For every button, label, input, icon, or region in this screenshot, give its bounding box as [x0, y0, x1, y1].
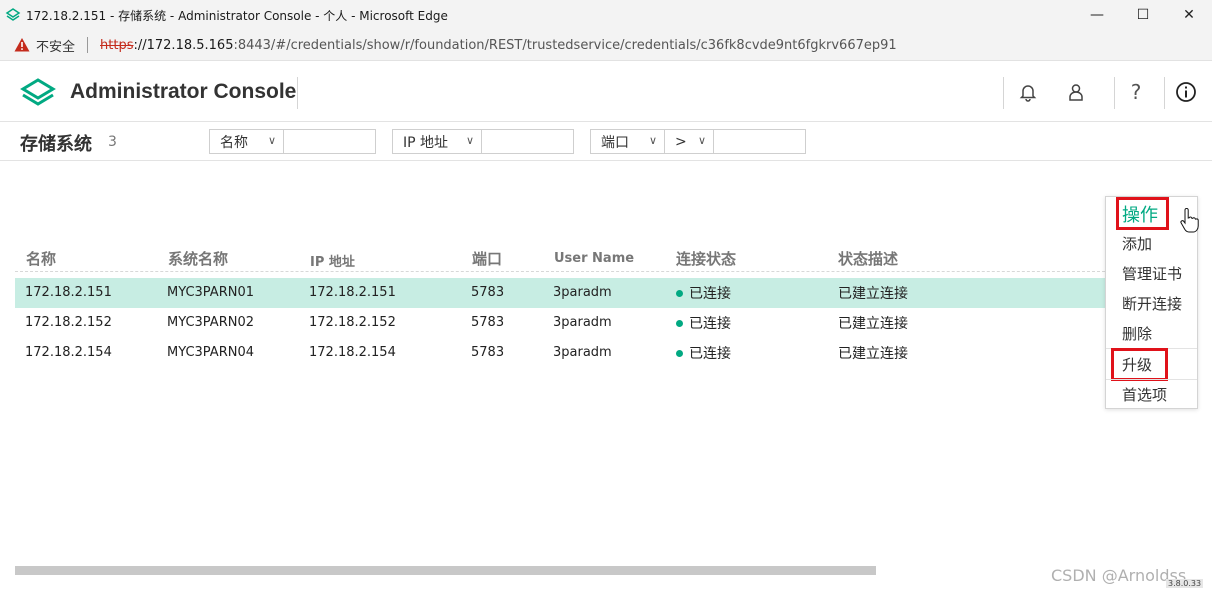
status-ok-icon [676, 319, 683, 327]
url-path: :8443/#/credentials/show/r/foundation/RE… [233, 37, 897, 53]
cell-status-description: 已建立连接 [838, 316, 908, 332]
close-button[interactable]: ✕ [1166, 0, 1212, 30]
cell-user-name: 3paradm [553, 345, 612, 360]
cell-status-description: 已建立连接 [838, 346, 908, 362]
cell-port: 5783 [471, 345, 505, 360]
status-ok-icon [676, 349, 683, 357]
menu-item-manage-certificates[interactable]: 管理证书 [1122, 263, 1182, 284]
header-divider [1114, 77, 1115, 109]
chevron-down-icon: ∨ [697, 134, 706, 147]
table-row[interactable]: 172.18.2.151 MYC3PARN01 172.18.2.151 578… [15, 278, 1105, 308]
column-header-system-name[interactable]: 系统名称 [168, 248, 228, 269]
table-row[interactable]: 172.18.2.154 MYC3PARN04 172.18.2.154 578… [15, 338, 1105, 368]
cell-status-description: 已建立连接 [838, 286, 908, 302]
page-title: 存储系统 [20, 134, 92, 155]
operator-select[interactable]: > ∨ [664, 129, 714, 154]
cell-system-name: MYC3PARN01 [167, 285, 254, 300]
chevron-down-icon: ∨ [648, 134, 657, 147]
logo-icon[interactable] [20, 76, 56, 108]
status-text: 已连接 [689, 316, 731, 332]
url-text[interactable]: https://172.18.5.165:8443/#/credentials/… [100, 38, 897, 53]
url-host: ://172.18.5.165 [133, 37, 234, 53]
column-header-status-description[interactable]: 状态描述 [838, 248, 898, 269]
ip-filter-select[interactable]: IP 地址 ∨ [392, 129, 482, 154]
cell-user-name: 3paradm [553, 315, 612, 330]
filter-bar: 存储系统 3 名称 ∨ IP 地址 ∨ 端口 ∨ > ∨ [0, 122, 1212, 161]
address-divider [87, 37, 89, 53]
hand-cursor-icon [1180, 208, 1199, 233]
table-row[interactable]: 172.18.2.152 MYC3PARN02 172.18.2.152 578… [15, 308, 1105, 338]
port-filter-input[interactable] [713, 129, 806, 154]
menu-item-disconnect[interactable]: 断开连接 [1122, 293, 1182, 314]
info-icon[interactable] [1173, 79, 1199, 105]
cell-name: 172.18.2.151 [25, 285, 112, 300]
app-title: Administrator Console [70, 80, 297, 103]
warning-icon[interactable] [14, 37, 30, 53]
column-header-port[interactable]: 端口 [472, 248, 502, 269]
help-icon[interactable]: ? [1123, 79, 1149, 105]
column-header-user-name[interactable]: User Name [554, 251, 634, 266]
menu-divider [1106, 379, 1197, 380]
name-filter-input[interactable] [283, 129, 376, 154]
user-icon[interactable] [1063, 79, 1089, 105]
menu-item-add[interactable]: 添加 [1122, 233, 1152, 254]
column-header-connection-status[interactable]: 连接状态 [676, 248, 736, 269]
cell-system-name: MYC3PARN04 [167, 345, 254, 360]
highlight-box [1111, 348, 1168, 381]
cell-connection-status: 已连接 [676, 313, 731, 333]
window-title: 172.18.2.151 - 存储系统 - Administrator Cons… [26, 8, 448, 23]
cell-connection-status: 已连接 [676, 283, 731, 303]
port-filter-label: 端口 [601, 134, 629, 151]
chevron-down-icon: ∨ [267, 134, 276, 147]
item-count: 3 [108, 134, 117, 150]
cell-name: 172.18.2.152 [25, 315, 112, 330]
maximize-button[interactable]: ☐ [1120, 0, 1166, 30]
cell-port: 5783 [471, 285, 505, 300]
cell-port: 5783 [471, 315, 505, 330]
menu-item-preferences[interactable]: 首选项 [1122, 384, 1167, 405]
menu-item-delete[interactable]: 删除 [1122, 323, 1152, 344]
cell-ip: 172.18.2.154 [309, 345, 396, 360]
column-header-ip[interactable]: IP 地址 [310, 251, 355, 270]
chevron-down-icon: ∨ [465, 134, 474, 147]
name-filter-label: 名称 [220, 134, 248, 151]
name-filter-select[interactable]: 名称 ∨ [209, 129, 284, 154]
app-logo-icon [5, 8, 21, 21]
cell-ip: 172.18.2.152 [309, 315, 396, 330]
header-divider [297, 77, 298, 109]
version-label: 3.8.0.33 [1166, 579, 1204, 588]
ip-filter-label: IP 地址 [403, 134, 449, 151]
ip-filter-input[interactable] [481, 129, 574, 154]
table-header: 名称 系统名称 IP 地址 端口 User Name 连接状态 状态描述 [15, 244, 1105, 272]
browser-title-bar: 172.18.2.151 - 存储系统 - Administrator Cons… [0, 0, 1212, 30]
operator-label: > [675, 133, 687, 150]
highlight-box [1116, 197, 1169, 230]
status-text: 已连接 [689, 346, 731, 362]
url-scheme: https [100, 37, 134, 53]
cell-system-name: MYC3PARN02 [167, 315, 254, 330]
horizontal-scrollbar[interactable] [15, 566, 876, 575]
header-divider [1164, 77, 1165, 109]
status-text: 已连接 [689, 286, 731, 302]
header-divider [1003, 77, 1004, 109]
security-label[interactable]: 不安全 [36, 36, 75, 55]
bell-icon[interactable] [1015, 79, 1041, 105]
status-ok-icon [676, 289, 683, 297]
minimize-button[interactable]: — [1074, 0, 1120, 30]
cell-name: 172.18.2.154 [25, 345, 112, 360]
cell-user-name: 3paradm [553, 285, 612, 300]
app-header: Administrator Console ? [0, 61, 1212, 122]
cell-connection-status: 已连接 [676, 343, 731, 363]
address-bar[interactable]: 不安全 https://172.18.5.165:8443/#/credenti… [0, 30, 1212, 61]
port-filter-select[interactable]: 端口 ∨ [590, 129, 665, 154]
column-header-name[interactable]: 名称 [26, 248, 56, 269]
cell-ip: 172.18.2.151 [309, 285, 396, 300]
